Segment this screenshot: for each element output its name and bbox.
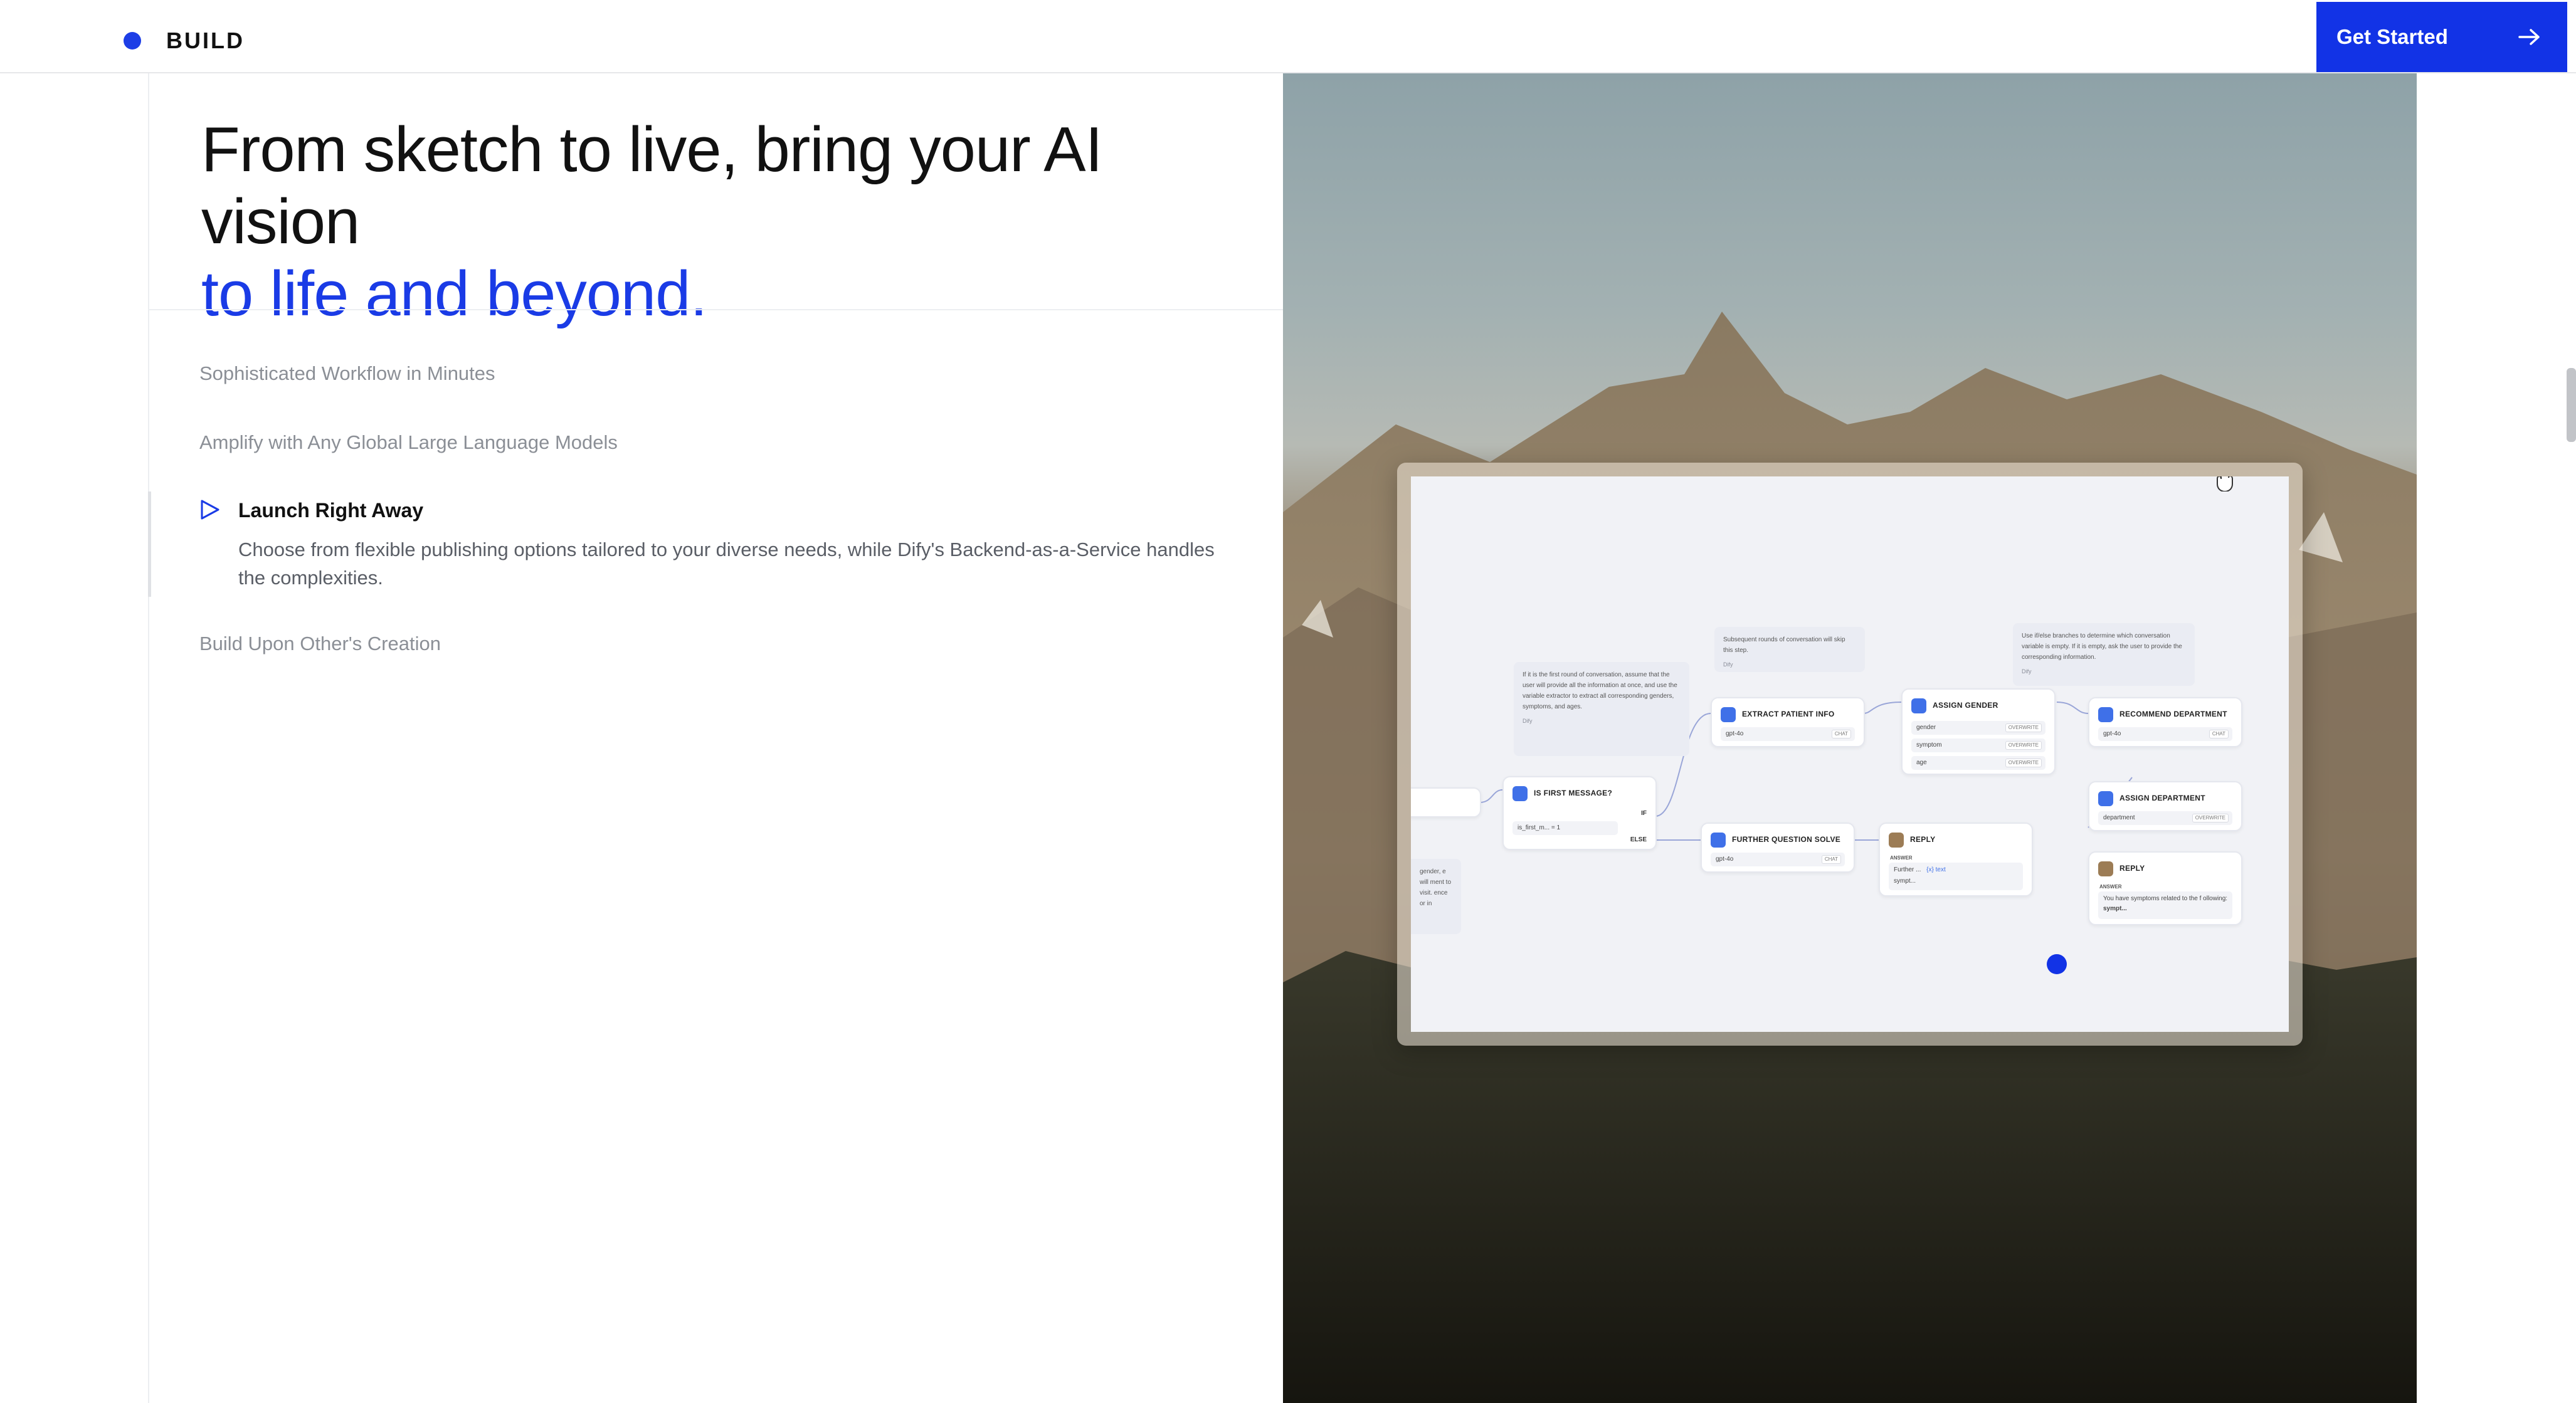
page-title: From sketch to live, bring your AI visio… xyxy=(201,114,1267,330)
answer-line: Further ... xyxy=(1894,866,1921,873)
else-label: ELSE xyxy=(1630,836,1647,843)
headline-line-2: to life and beyond. xyxy=(201,259,707,329)
node-title: ASSIGN DEPARTMENT xyxy=(2119,794,2205,802)
brand: BUILD xyxy=(124,28,245,54)
note-signature: Dify xyxy=(1723,661,1733,668)
node-recommend-department[interactable]: RECOMMEND DEPARTMENT gpt-4o CHAT xyxy=(2088,697,2242,747)
extractor-icon xyxy=(1721,707,1736,722)
model-tag: CHAT xyxy=(1831,730,1851,738)
answer-label: ANSWER xyxy=(1890,855,1913,861)
model-name: gpt-4o xyxy=(2103,730,2121,737)
arrow-right-icon xyxy=(2518,29,2540,45)
model-name: gpt-4o xyxy=(1726,730,1744,737)
answer-box: Further ... {x} text sympt... xyxy=(1889,863,2023,890)
node-assign-gender[interactable]: ASSIGN GENDER gender OVERWRITE symptom OVE… xyxy=(1901,688,2056,775)
note-signature: Dify xyxy=(2022,668,2032,675)
var-name: gender xyxy=(1916,724,1936,731)
note-ifelse: Use if/else branches to determine which … xyxy=(2013,623,2195,686)
var-row: gender OVERWRITE xyxy=(1911,721,2045,735)
node-left-partial[interactable] xyxy=(1411,787,1481,817)
workflow-canvas: If it is the first round of conversation… xyxy=(1411,476,2289,1032)
var-tag: OVERWRITE xyxy=(2005,741,2042,750)
node-title: ASSIGN GENDER xyxy=(1933,701,1998,710)
node-further-question[interactable]: FURTHER QUESTION SOLVE gpt-4o CHAT xyxy=(1701,822,1855,873)
node-title: EXTRACT PATIENT INFO xyxy=(1742,710,1835,718)
feature-tab-launch[interactable]: Launch Right Away xyxy=(238,499,423,522)
node-assign-department[interactable]: ASSIGN DEPARTMENT department OVERWRITE xyxy=(2088,781,2242,831)
condition-row: is_first_m... = 1 xyxy=(1512,821,1618,835)
top-header: BUILD Get Started xyxy=(0,0,2576,73)
feature-tab-llm[interactable]: Amplify with Any Global Large Language M… xyxy=(199,431,618,454)
node-title: REPLY xyxy=(2119,864,2145,873)
answer-var: {x} text xyxy=(1926,866,1946,873)
answer-box: You have symptoms related to the f ollow… xyxy=(2098,891,2232,919)
reply-icon xyxy=(2098,861,2113,876)
var-name: age xyxy=(1916,759,1927,766)
note-first-round-text: If it is the first round of conversation… xyxy=(1523,671,1677,710)
model-tag: CHAT xyxy=(2209,730,2229,738)
assigner-icon xyxy=(1911,698,1926,713)
node-title: FURTHER QUESTION SOLVE xyxy=(1732,835,1841,844)
note-left-fragment-text: gender, e will ment to visit. ence or in xyxy=(1420,868,1452,907)
node-extract-patient-info[interactable]: EXTRACT PATIENT INFO gpt-4o CHAT xyxy=(1711,697,1865,747)
node-reply[interactable]: REPLY ANSWER Further ... {x} text sympt.… xyxy=(1879,822,2033,896)
model-row: gpt-4o CHAT xyxy=(2098,727,2232,741)
note-subsequent: Subsequent rounds of conversation will s… xyxy=(1714,627,1865,672)
hand-cursor-icon xyxy=(2217,476,2233,491)
reply-icon xyxy=(1889,833,1904,848)
model-tag: CHAT xyxy=(1821,855,1841,864)
scrollbar-thumb[interactable] xyxy=(2567,368,2576,442)
brand-dot-icon xyxy=(124,32,141,50)
var-tag: OVERWRITE xyxy=(2005,759,2042,767)
node-reply-final[interactable]: REPLY ANSWER You have symptoms related t… xyxy=(2088,851,2242,925)
node-title: REPLY xyxy=(1910,835,1936,844)
answer-var: sympt... xyxy=(2103,905,2127,912)
note-signature: Dify xyxy=(1523,718,1533,724)
note-ifelse-text: Use if/else branches to determine which … xyxy=(2022,633,2182,661)
feature-tab-workflow[interactable]: Sophisticated Workflow in Minutes xyxy=(199,362,495,385)
feature-description: Choose from flexible publishing options … xyxy=(238,539,1215,589)
var-tag: OVERWRITE xyxy=(2192,814,2229,822)
model-name: gpt-4o xyxy=(1716,856,1734,863)
var-row: age OVERWRITE xyxy=(1911,756,2045,770)
note-subsequent-text: Subsequent rounds of conversation will s… xyxy=(1723,636,1845,654)
var-tag: OVERWRITE xyxy=(2005,723,2042,732)
llm-icon xyxy=(1711,833,1726,848)
note-first-round: If it is the first round of conversation… xyxy=(1514,662,1689,756)
node-title: RECOMMEND DEPARTMENT xyxy=(2119,710,2227,718)
section-divider xyxy=(148,309,1283,310)
ifelse-icon xyxy=(1512,786,1528,801)
llm-icon xyxy=(2098,707,2113,722)
headline-line-1: From sketch to live, bring your AI visio… xyxy=(201,115,1103,257)
node-is-first-message[interactable]: IS FIRST MESSAGE? IF is_first_m... = 1 E… xyxy=(1502,776,1657,850)
get-started-label: Get Started xyxy=(2336,25,2448,48)
answer-line: sympt... xyxy=(1894,878,1916,885)
active-feature-indicator xyxy=(148,491,151,597)
model-row: gpt-4o CHAT xyxy=(1711,853,1845,866)
left-rail-line xyxy=(148,73,149,1403)
var-row: symptom OVERWRITE xyxy=(1911,738,2045,752)
feature-tab-build-upon[interactable]: Build Upon Other's Creation xyxy=(199,633,441,655)
var-name: department xyxy=(2103,814,2135,821)
note-left-fragment: gender, e will ment to visit. ence or in xyxy=(1411,859,1461,934)
assigner-icon xyxy=(2098,791,2113,806)
model-row: gpt-4o CHAT xyxy=(1721,727,1855,741)
play-triangle-icon xyxy=(201,500,219,520)
node-title: IS FIRST MESSAGE? xyxy=(1534,789,1613,797)
get-started-button[interactable]: Get Started xyxy=(2316,2,2567,72)
var-name: symptom xyxy=(1916,742,1942,749)
cursor-dot xyxy=(2047,954,2067,974)
answer-text: You have symptoms related to the f ollow… xyxy=(2103,895,2228,902)
if-label: IF xyxy=(1641,810,1647,817)
brand-label: BUILD xyxy=(166,28,245,53)
answer-label: ANSWER xyxy=(2099,884,2122,890)
var-row: department OVERWRITE xyxy=(2098,811,2232,825)
